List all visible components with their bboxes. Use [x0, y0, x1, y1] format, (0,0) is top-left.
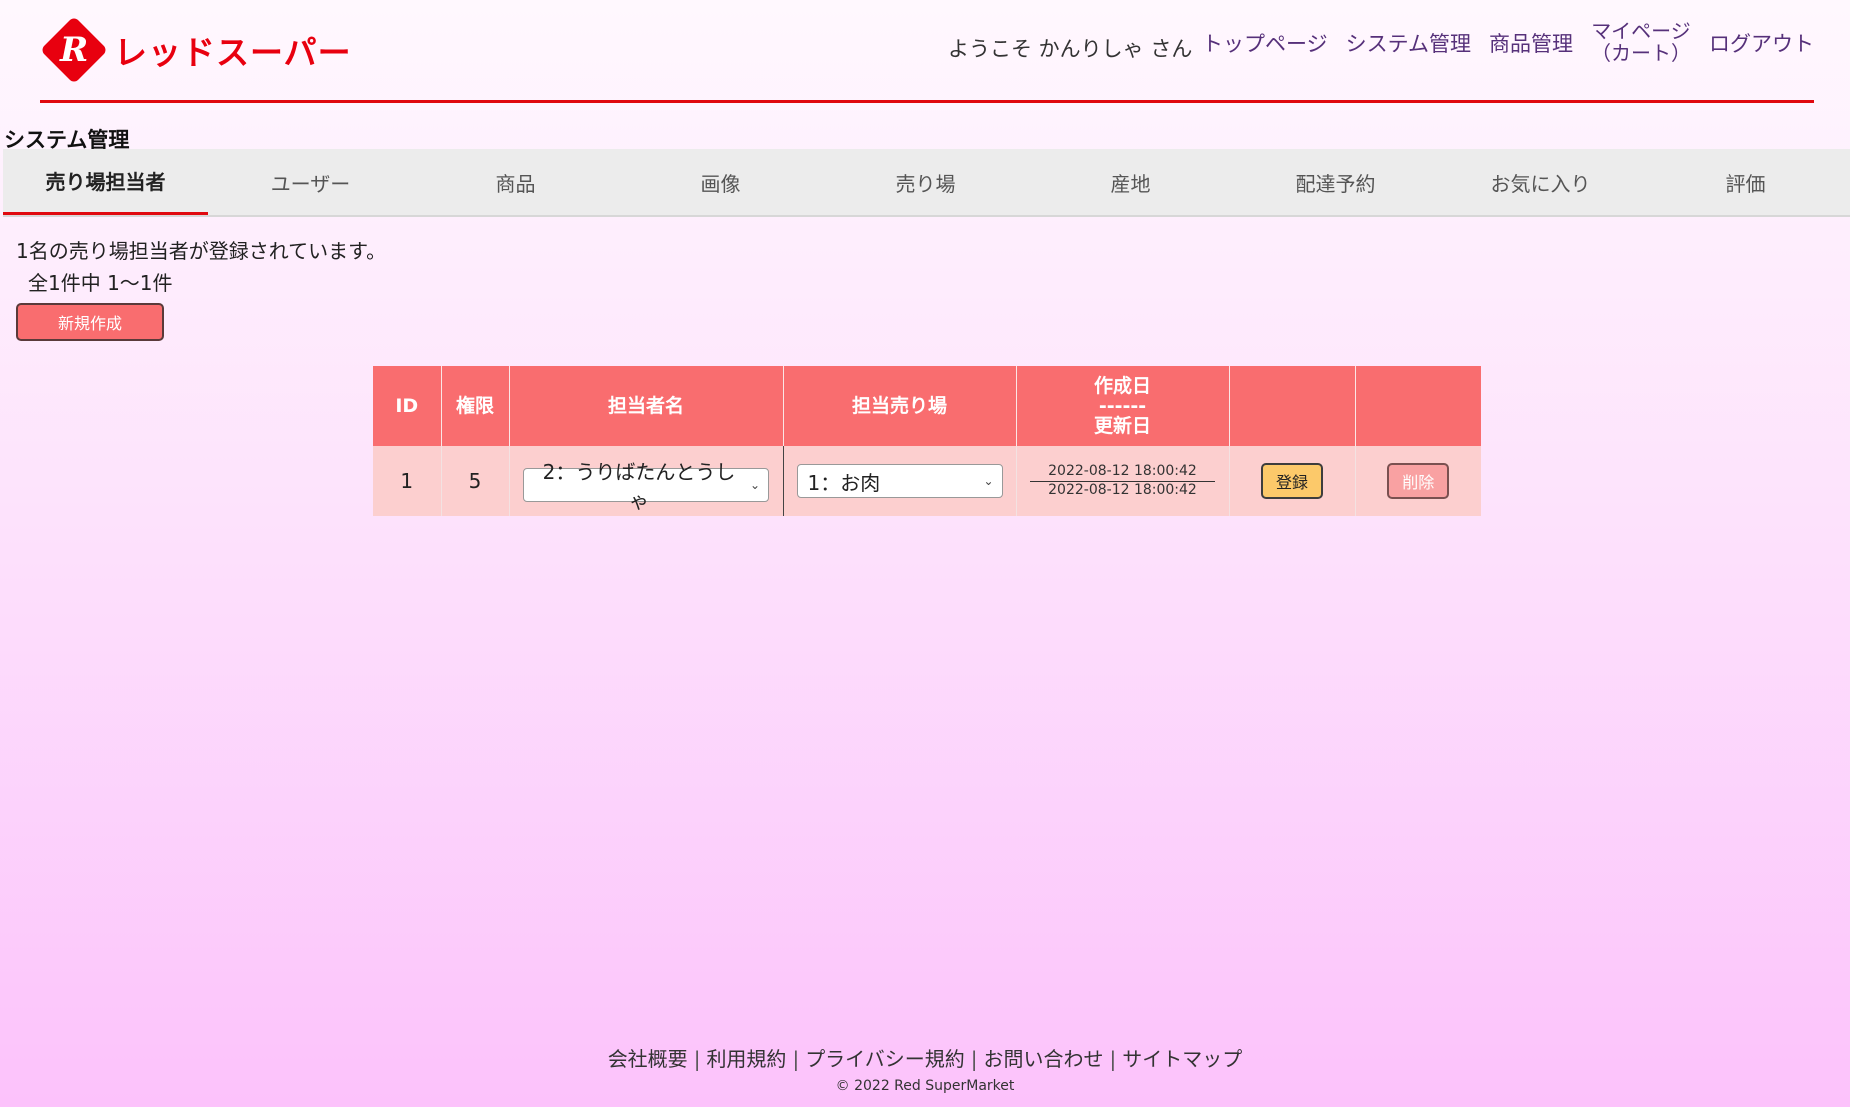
table-header-row: ID 権限 担当者名 担当売り場 作成日 ------ 更新日: [373, 366, 1481, 446]
chevron-down-icon: ⌄: [983, 474, 994, 488]
cell-dates: 2022-08-12 18:00:42 2022-08-12 18:00:42: [1016, 446, 1230, 516]
col-header-delete: [1355, 366, 1481, 446]
logo-text: レッドスーパー: [114, 33, 352, 72]
tab-origins[interactable]: 産地: [1028, 149, 1233, 215]
nav-system-admin[interactable]: システム管理: [1346, 33, 1471, 55]
footer-link-company[interactable]: 会社概要: [608, 1047, 688, 1071]
date-stack: 2022-08-12 18:00:42 2022-08-12 18:00:42: [1030, 463, 1215, 499]
cell-section: 1：お肉 ⌄: [783, 446, 1017, 516]
footer-links: 会社概要 | 利用規約 | プライバシー規約 | お問い合わせ | サイトマップ: [607, 1047, 1243, 1071]
nav-mypage[interactable]: マイページ （カート）: [1591, 20, 1691, 64]
welcome-message: ようこそ かんりしゃ さん: [948, 37, 1193, 61]
header-divider: [40, 100, 1814, 103]
footer-link-privacy[interactable]: プライバシー規約: [805, 1047, 965, 1071]
footer-link-sitemap[interactable]: サイトマップ: [1122, 1047, 1242, 1071]
record-range: 全1件中 1～1件: [28, 271, 173, 295]
tab-section-staff[interactable]: 売り場担当者: [3, 149, 208, 215]
cell-register: 登録: [1229, 446, 1356, 516]
staff-table: ID 権限 担当者名 担当売り場 作成日 ------ 更新日 1 5 2：うり…: [373, 366, 1481, 516]
col-header-id: ID: [373, 366, 442, 446]
col-header-name: 担当者名: [509, 366, 784, 446]
nav-logout[interactable]: ログアウト: [1709, 33, 1814, 55]
cell-delete: 削除: [1355, 446, 1481, 516]
site-logo[interactable]: R レッドスーパー: [40, 16, 352, 84]
cell-id: 1: [373, 446, 442, 516]
tab-favorites[interactable]: お気に入り: [1438, 149, 1643, 215]
footer-link-contact[interactable]: お問い合わせ: [984, 1047, 1104, 1071]
staff-name-select[interactable]: 2：うりばたんとうしゃ ⌄: [523, 460, 769, 513]
tab-products[interactable]: 商品: [413, 149, 618, 215]
tab-delivery[interactable]: 配達予約: [1233, 149, 1438, 215]
col-header-register: [1229, 366, 1356, 446]
section-select[interactable]: 1：お肉 ⌄: [796, 464, 1003, 498]
created-date: 2022-08-12 18:00:42: [1030, 463, 1215, 482]
tab-sections[interactable]: 売り場: [823, 149, 1028, 215]
site-header: R レッドスーパー ようこそ かんりしゃ さん トップページ システム管理 商品…: [0, 0, 1850, 104]
cell-auth: 5: [441, 446, 510, 516]
nav-top-page[interactable]: トップページ: [1202, 33, 1328, 55]
chevron-down-icon: ⌄: [749, 478, 760, 492]
record-count: 1名の売り場担当者が登録されています。: [16, 239, 387, 263]
footer-link-terms[interactable]: 利用規約: [706, 1047, 786, 1071]
delete-button[interactable]: 削除: [1387, 463, 1450, 499]
cell-name: 2：うりばたんとうしゃ ⌄: [509, 446, 784, 516]
col-header-auth: 権限: [441, 366, 510, 446]
tab-images[interactable]: 画像: [618, 149, 823, 215]
header-nav: トップページ システム管理 商品管理 マイページ （カート） ログアウト: [1202, 20, 1814, 64]
admin-tabs: 売り場担当者 ユーザー 商品 画像 売り場 産地 配達予約 お気に入り 評価: [3, 149, 1850, 217]
new-button[interactable]: 新規作成: [16, 303, 164, 341]
logo-mark: R: [40, 16, 108, 84]
col-header-dates: 作成日 ------ 更新日: [1016, 366, 1230, 446]
copyright: © 2022 Red SuperMarket: [835, 1078, 1015, 1094]
updated-date: 2022-08-12 18:00:42: [1048, 482, 1197, 498]
tab-ratings[interactable]: 評価: [1643, 149, 1848, 215]
col-header-section: 担当売り場: [783, 366, 1017, 446]
table-row: 1 5 2：うりばたんとうしゃ ⌄ 1：お肉 ⌄ 2022-08-12 18:0…: [373, 446, 1481, 516]
nav-product-admin[interactable]: 商品管理: [1489, 33, 1573, 55]
register-button[interactable]: 登録: [1261, 463, 1323, 499]
tab-users[interactable]: ユーザー: [208, 149, 413, 215]
